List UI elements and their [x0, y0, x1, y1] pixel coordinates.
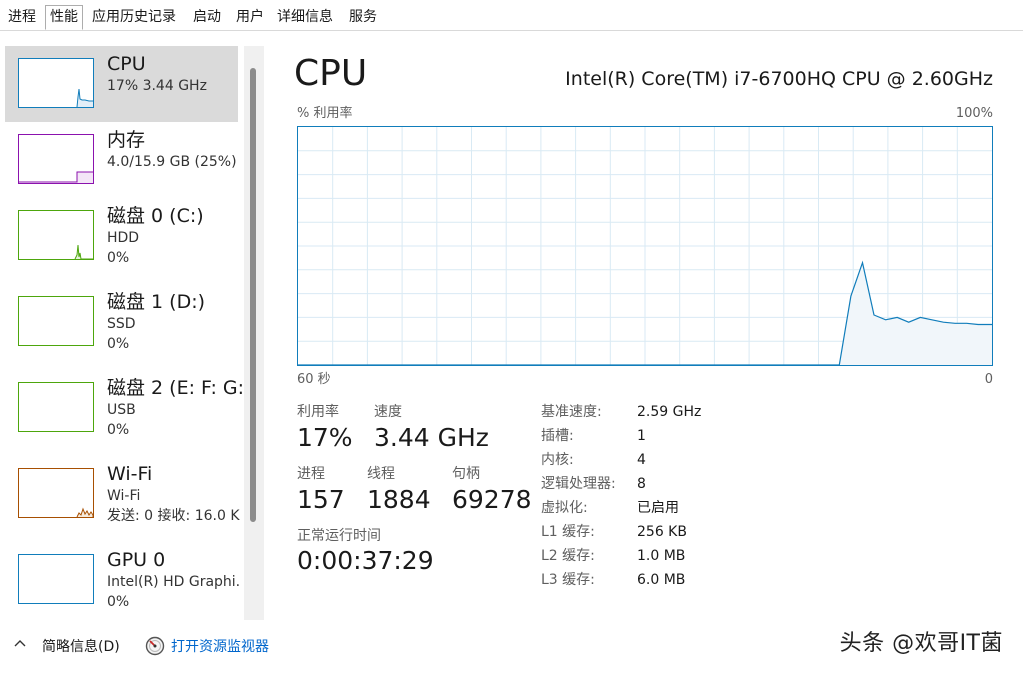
spec-l2-cache-value: 1.0 MB — [637, 548, 686, 564]
spec-l3-cache-value: 6.0 MB — [637, 572, 686, 588]
spec-cores-value: 4 — [637, 452, 646, 468]
sidebar-item-throughput: 发送: 0 接收: 16.0 K — [107, 508, 240, 524]
sidebar-scrollbar-thumb[interactable] — [250, 68, 256, 522]
disk-0-thumbnail-svg — [74, 244, 93, 259]
sidebar-item-text: 磁盘 2 (E: F: G: USB 0% — [107, 376, 247, 440]
memory-thumbnail-graph — [18, 134, 94, 184]
wifi-thumbnail-graph — [18, 468, 94, 518]
sidebar-item-detail: HDD — [107, 230, 140, 246]
spec-l1-cache-label: L1 缓存: — [541, 524, 595, 540]
tab-bar: 进程 性能 应用历史记录 启动 用户 详细信息 服务 — [0, 0, 1023, 31]
gpu-0-thumbnail-graph — [18, 554, 94, 604]
sidebar-item-detail: 4.0/15.9 GB (25%) — [107, 154, 237, 170]
processes-value: 157 — [297, 485, 345, 514]
sidebar-item-text: CPU 17% 3.44 GHz — [107, 52, 247, 96]
sidebar-item-name: CPU — [107, 53, 146, 75]
sidebar-item-text: 磁盘 1 (D:) SSD 0% — [107, 290, 247, 354]
sidebar-item-name: 磁盘 2 (E: F: G: — [107, 377, 245, 399]
threads-label: 线程 — [367, 466, 395, 482]
threads-value: 1884 — [367, 485, 431, 514]
graph-x-left-label: 60 秒 — [297, 372, 331, 387]
footer-bar: 简略信息(D) 打开资源监视器 头条 @欢哥IT菌 — [0, 620, 1023, 678]
wifi-thumbnail-svg — [76, 507, 93, 517]
sidebar-item-text: Wi-Fi Wi-Fi 发送: 0 接收: 16.0 K — [107, 462, 247, 526]
sidebar-item-name: 磁盘 1 (D:) — [107, 291, 206, 313]
graph-y-label: % 利用率 — [297, 106, 353, 121]
sidebar-item-text: GPU 0 Intel(R) HD Graphi. 0% — [107, 548, 247, 612]
spec-base-speed-value: 2.59 GHz — [637, 404, 702, 420]
cpu-utilization-graph — [297, 126, 993, 366]
graph-x-right-label: 0 — [984, 372, 993, 387]
speed-label: 速度 — [374, 404, 402, 420]
uptime-label: 正常运行时间 — [297, 528, 381, 544]
sidebar-item-disk-0[interactable]: 磁盘 0 (C:) HDD 0% — [5, 198, 238, 274]
cpu-graph-svg — [298, 127, 992, 365]
spec-sockets-label: 插槽: — [541, 428, 574, 444]
sidebar-item-gpu-0[interactable]: GPU 0 Intel(R) HD Graphi. 0% — [5, 542, 240, 618]
sidebar-item-usage: 0% — [107, 594, 130, 610]
page-title: CPU — [294, 53, 368, 94]
sidebar-item-name: GPU 0 — [107, 549, 166, 571]
sidebar-item-detail: SSD — [107, 316, 136, 332]
sidebar-item-detail: Wi-Fi — [107, 488, 141, 504]
spec-sockets-value: 1 — [637, 428, 646, 444]
handles-label: 句柄 — [452, 466, 480, 482]
sidebar-item-text: 磁盘 0 (C:) HDD 0% — [107, 204, 247, 268]
disk-1-thumbnail-graph — [18, 296, 94, 346]
sidebar-item-detail: Intel(R) HD Graphi. — [107, 574, 241, 590]
spec-virtualization-label: 虚拟化: — [541, 500, 588, 516]
cpu-thumbnail-svg — [76, 88, 93, 107]
open-resource-monitor-link[interactable]: 打开资源监视器 — [171, 638, 269, 656]
tab-app-history[interactable]: 应用历史记录 — [88, 5, 180, 30]
sidebar-item-text: 内存 4.0/15.9 GB (25%) — [107, 128, 247, 172]
sidebar-item-cpu[interactable]: CPU 17% 3.44 GHz — [5, 46, 238, 122]
spec-virtualization-value: 已启用 — [637, 500, 679, 516]
sidebar-item-usage: 0% — [107, 250, 130, 266]
processes-label: 进程 — [297, 466, 325, 482]
tab-startup[interactable]: 启动 — [189, 5, 225, 30]
tab-details[interactable]: 详细信息 — [273, 5, 337, 30]
spec-logical-processors-label: 逻辑处理器: — [541, 476, 616, 492]
chevron-up-icon[interactable] — [13, 636, 27, 650]
sidebar-item-memory[interactable]: 内存 4.0/15.9 GB (25%) — [5, 122, 238, 198]
resource-sidebar: CPU 17% 3.44 GHz 内存 4.0/15.9 GB (25%) 磁盘… — [0, 40, 266, 620]
spec-cores-label: 内核: — [541, 452, 574, 468]
sidebar-item-name: 磁盘 0 (C:) — [107, 205, 204, 227]
graph-y-max-label: 100% — [955, 106, 993, 121]
memory-thumbnail-svg — [19, 171, 93, 183]
tab-services[interactable]: 服务 — [345, 5, 381, 30]
cpu-model-name: Intel(R) Core(TM) i7-6700HQ CPU @ 2.60GH… — [565, 68, 993, 90]
sidebar-item-disk-1[interactable]: 磁盘 1 (D:) SSD 0% — [5, 284, 238, 360]
utilization-value: 17% — [297, 423, 353, 452]
spec-logical-processors-value: 8 — [637, 476, 646, 492]
spec-base-speed-label: 基准速度: — [541, 404, 602, 420]
disk-2-thumbnail-graph — [18, 382, 94, 432]
uptime-value: 0:00:37:29 — [297, 546, 434, 575]
handles-value: 69278 — [452, 485, 532, 514]
spec-l3-cache-label: L3 缓存: — [541, 572, 595, 588]
disk-0-thumbnail-graph — [18, 210, 94, 260]
tab-performance[interactable]: 性能 — [45, 5, 83, 30]
brief-info-button[interactable]: 简略信息(D) — [42, 638, 120, 656]
sidebar-item-name: Wi-Fi — [107, 463, 153, 485]
sidebar-item-detail: 17% 3.44 GHz — [107, 78, 207, 94]
tab-processes[interactable]: 进程 — [4, 5, 40, 30]
sidebar-item-usage: 0% — [107, 422, 130, 438]
sidebar-item-wifi[interactable]: Wi-Fi Wi-Fi 发送: 0 接收: 16.0 K — [5, 456, 240, 532]
sidebar-item-name: 内存 — [107, 129, 146, 151]
utilization-label: 利用率 — [297, 404, 339, 420]
spec-l1-cache-value: 256 KB — [637, 524, 687, 540]
resource-monitor-icon[interactable] — [145, 636, 165, 656]
tab-users[interactable]: 用户 — [232, 5, 268, 30]
watermark-text: 头条 @欢哥IT菌 — [839, 631, 1003, 656]
spec-l2-cache-label: L2 缓存: — [541, 548, 595, 564]
speed-value: 3.44 GHz — [374, 423, 489, 452]
sidebar-item-detail: USB — [107, 402, 136, 418]
sidebar-item-disk-2[interactable]: 磁盘 2 (E: F: G: USB 0% — [5, 370, 244, 446]
sidebar-item-usage: 0% — [107, 336, 130, 352]
cpu-thumbnail-graph — [18, 58, 94, 108]
